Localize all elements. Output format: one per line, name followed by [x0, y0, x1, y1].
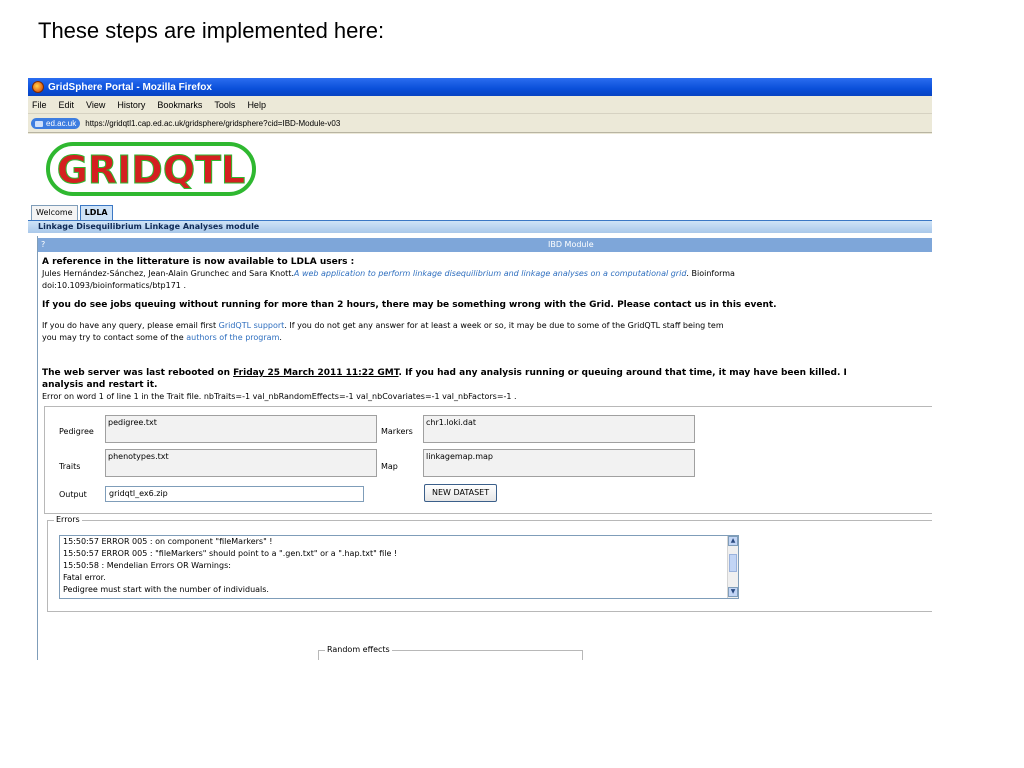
reboot-text-b: . If you had any analysis running or que… [398, 368, 847, 378]
site-identity-button[interactable]: ed.ac.uk [31, 118, 81, 129]
reference-journal: . Bioinforma [686, 269, 735, 278]
map-field[interactable]: linkagemap.map [423, 449, 695, 477]
errors-list[interactable]: 15:50:57 ERROR 005 : on component "fileM… [59, 535, 739, 599]
menu-view[interactable]: View [86, 100, 105, 110]
query-text-2: you may try to contact some of the autho… [42, 333, 282, 343]
reboot-text-a: The web server was last rebooted on [42, 368, 234, 378]
error-line: Pedigree must start with the number of i… [63, 585, 269, 594]
markers-field[interactable]: chr1.loki.dat [423, 415, 695, 443]
reference-doi: doi:10.1093/bioinformatics/btp171 . [42, 281, 186, 290]
query-text-b: . If you do not get any answer for at le… [284, 321, 724, 330]
menu-history[interactable]: History [117, 100, 145, 110]
pedigree-field[interactable]: pedigree.txt [105, 415, 377, 443]
markers-label: Markers [381, 427, 413, 436]
site-domain: ed.ac.uk [46, 119, 77, 128]
help-button[interactable]: ? [41, 238, 45, 252]
map-label: Map [381, 462, 398, 471]
reference-title-link[interactable]: A web application to perform linkage dis… [294, 269, 686, 278]
menu-edit[interactable]: Edit [59, 100, 75, 110]
pedigree-label: Pedigree [59, 427, 94, 436]
menu-help[interactable]: Help [247, 100, 266, 110]
menu-tools[interactable]: Tools [214, 100, 235, 110]
random-effects-legend: Random effects [325, 645, 392, 654]
module-title: Linkage Disequilibrium Linkage Analyses … [28, 220, 932, 233]
query-text-c: you may try to contact some of the [42, 333, 187, 342]
logo-text: GRIDQTL [57, 148, 246, 192]
url-text[interactable]: https://gridqtl1.cap.ed.ac.uk/gridsphere… [85, 119, 340, 128]
support-link[interactable]: GridQTL support [219, 321, 285, 330]
query-text-d: . [279, 333, 282, 342]
ibd-header: ? IBD Module [38, 238, 932, 252]
firefox-icon [32, 81, 44, 93]
errors-legend: Errors [54, 515, 82, 524]
ibd-title: IBD Module [548, 240, 594, 249]
error-line: Fatal error. [63, 573, 106, 582]
address-bar[interactable]: ed.ac.uk https://gridqtl1.cap.ed.ac.uk/g… [28, 115, 932, 133]
reboot-notice-2: analysis and restart it. [42, 380, 158, 390]
traits-field[interactable]: phenotypes.txt [105, 449, 377, 477]
browser-screenshot: GridSphere Portal - Mozilla Firefox File… [28, 78, 932, 660]
reboot-notice: The web server was last rebooted on Frid… [42, 368, 847, 378]
menu-file[interactable]: File [32, 100, 47, 110]
menu-bookmarks[interactable]: Bookmarks [157, 100, 202, 110]
errors-fieldset: Errors 15:50:57 ERROR 005 : on component… [47, 515, 932, 612]
new-dataset-button[interactable]: NEW DATASET [424, 484, 498, 502]
dataset-form: Pedigree pedigree.txt Markers chr1.loki.… [44, 406, 932, 514]
scroll-thumb[interactable] [729, 554, 737, 572]
scroll-down-icon[interactable]: ▼ [728, 587, 738, 597]
trait-error-message: Error on word 1 of line 1 in the Trait f… [42, 392, 517, 401]
ibd-module-panel: ? IBD Module A reference in the litterat… [37, 236, 932, 660]
error-line: 15:50:57 ERROR 005 : on component "fileM… [63, 537, 273, 546]
reference-authors: Jules Hernández-Sánchez, Jean-Alain Grun… [42, 269, 294, 278]
lock-icon [35, 120, 43, 127]
slide-title: These steps are implemented here: [38, 18, 385, 43]
traits-label: Traits [59, 462, 81, 471]
query-text-a: If you do have any query, please email f… [42, 321, 219, 330]
reference-citation: Jules Hernández-Sánchez, Jean-Alain Grun… [42, 269, 735, 279]
error-line: 15:50:58 : Mendelian Errors OR Warnings: [63, 561, 231, 570]
query-text: If you do have any query, please email f… [42, 321, 724, 331]
window-title: GridSphere Portal - Mozilla Firefox [48, 81, 212, 93]
gridqtl-logo: GRIDQTL [46, 140, 256, 200]
errors-scrollbar[interactable]: ▲ ▼ [727, 536, 738, 598]
menu-bar: File Edit View History Bookmarks Tools H… [28, 96, 932, 114]
reference-heading: A reference in the litterature is now av… [42, 257, 355, 267]
portal-tabs: Welcome LDLA [31, 205, 115, 221]
output-label: Output [59, 490, 87, 499]
scroll-up-icon[interactable]: ▲ [728, 536, 738, 546]
window-titlebar: GridSphere Portal - Mozilla Firefox [28, 78, 932, 96]
tab-ldla[interactable]: LDLA [79, 205, 113, 220]
random-effects-fieldset: Random effects [318, 645, 583, 660]
tab-welcome[interactable]: Welcome [31, 205, 78, 220]
authors-link[interactable]: authors of the program [186, 333, 279, 342]
page-content: GRIDQTL Welcome LDLA Linkage Disequilibr… [28, 134, 932, 660]
error-line: 15:50:57 ERROR 005 : "fileMarkers" shoul… [63, 549, 398, 558]
output-input[interactable]: gridqtl_ex6.zip [105, 486, 364, 502]
reboot-date: Friday 25 March 2011 11:22 GMT [233, 368, 399, 378]
queue-warning: If you do see jobs queuing without runni… [42, 300, 777, 310]
